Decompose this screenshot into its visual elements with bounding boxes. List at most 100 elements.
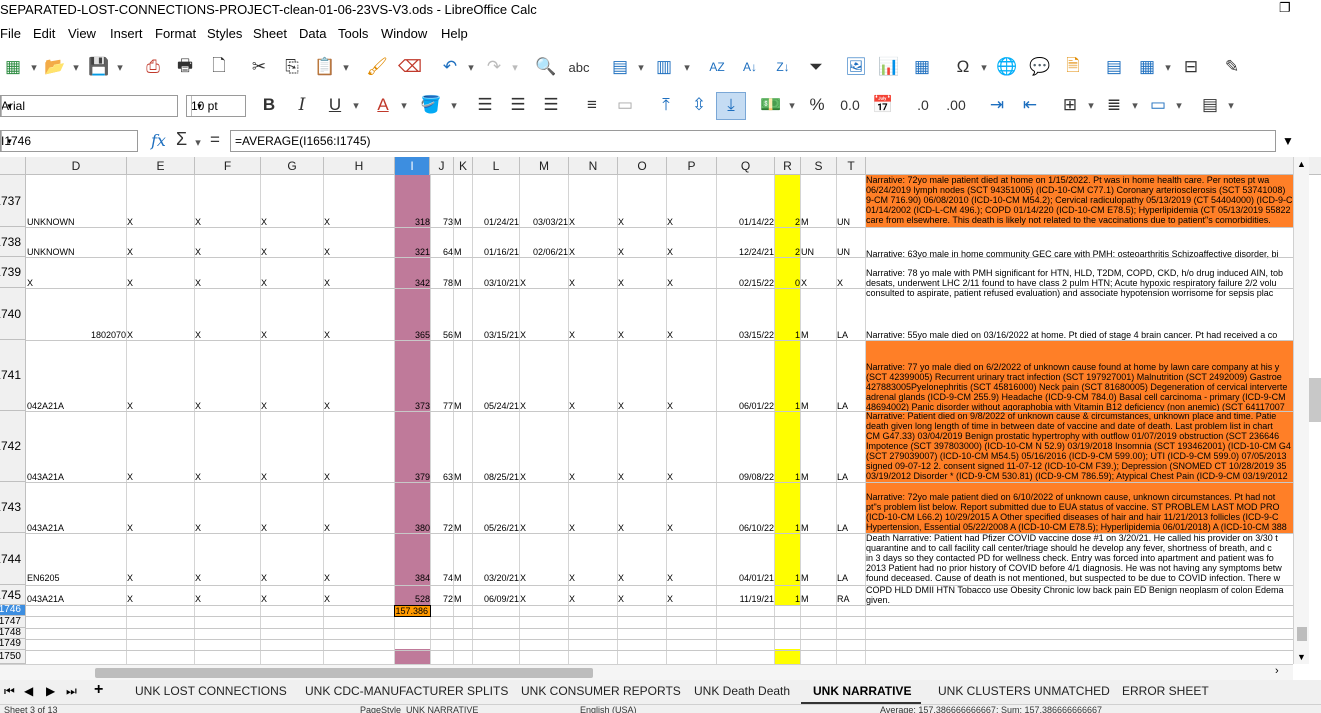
chevron-down-icon[interactable]: ▾ [350, 92, 362, 118]
narrative-cell[interactable]: Narrative: 77 yo male died on 6/2/2022 o… [866, 340, 1293, 411]
cell-o[interactable]: X [618, 594, 624, 604]
horizontal-scrollbar[interactable]: › [0, 664, 1293, 680]
cell-m[interactable]: X [520, 523, 526, 533]
cell-s[interactable]: M [801, 523, 809, 533]
cell-q[interactable]: 06/10/22 [717, 523, 774, 533]
cell-l[interactable]: 05/26/21 [473, 523, 519, 533]
column-header-s[interactable]: S [801, 157, 837, 175]
cell-i[interactable]: 380 [395, 523, 430, 533]
column-header-r[interactable]: R [775, 157, 801, 175]
menu-styles[interactable]: Styles [207, 26, 242, 41]
column-header-o[interactable]: O [618, 157, 667, 175]
cell-q[interactable]: 02/15/22 [717, 278, 774, 288]
column-icon[interactable]: ▥ [651, 54, 677, 80]
split-window-icon[interactable]: ⊟ [1178, 54, 1204, 80]
cell-m[interactable]: 03/03/21 [520, 217, 568, 227]
cell-h[interactable]: X [324, 594, 330, 604]
chevron-down-icon[interactable]: ▾ [340, 54, 352, 80]
cell-f[interactable]: X [195, 278, 201, 288]
scroll-thumb[interactable] [1297, 627, 1307, 641]
cell-j[interactable]: 77 [431, 401, 453, 411]
narrative-cell[interactable]: Narrative: 72yo male patient died on 6/1… [866, 482, 1293, 533]
cell-m[interactable]: X [520, 573, 526, 583]
formula-icon[interactable]: = [210, 130, 220, 150]
menu-window[interactable]: Window [381, 26, 427, 41]
cell-g[interactable]: X [261, 472, 267, 482]
border-style-icon[interactable]: ≣ [1101, 92, 1127, 118]
column-header-t[interactable]: T [837, 157, 866, 175]
cell-q[interactable]: 12/24/21 [717, 247, 774, 257]
cell-s[interactable]: M [801, 594, 809, 604]
align-top-icon[interactable]: ⤒ [653, 92, 679, 118]
row-header[interactable]: 1739 [0, 257, 26, 288]
cell-e[interactable]: X [127, 278, 133, 288]
cell-o[interactable]: X [618, 217, 624, 227]
find-replace-icon[interactable]: 🔍 [533, 54, 559, 80]
cell-s[interactable]: M [801, 330, 809, 340]
cut-icon[interactable]: ✂ [246, 54, 272, 80]
cell-n[interactable]: X [569, 330, 575, 340]
cell-i[interactable]: 342 [395, 278, 430, 288]
cell-q[interactable]: 01/14/22 [717, 217, 774, 227]
vertical-scrollbar[interactable]: ▲ ▼ [1293, 157, 1309, 664]
narrative-cell[interactable]: Narrative: Patient died on 9/8/2022 of u… [866, 411, 1293, 482]
cell-t[interactable]: LA [837, 401, 848, 411]
menu-help[interactable]: Help [441, 26, 468, 41]
tab-error-sheet[interactable]: ERROR SHEET [1122, 684, 1209, 698]
cell-q[interactable]: 04/01/21 [717, 573, 774, 583]
cell-n[interactable]: X [569, 523, 575, 533]
cell-e[interactable]: X [127, 594, 133, 604]
chevron-down-icon[interactable]: ▾ [786, 92, 798, 118]
export-pdf-icon[interactable]: ⎙ [140, 54, 166, 80]
menu-data[interactable]: Data [299, 26, 326, 41]
cell-n[interactable]: X [569, 573, 575, 583]
cell-l[interactable]: 08/25/21 [473, 472, 519, 482]
cell-i[interactable]: 321 [395, 247, 430, 257]
name-box[interactable]: I1746 ▾ [0, 130, 138, 152]
cell-n[interactable]: X [569, 594, 575, 604]
cell-p[interactable]: X [667, 401, 673, 411]
cell-j[interactable]: 56 [431, 330, 453, 340]
borders-icon[interactable]: ⊞ [1057, 92, 1083, 118]
new-icon[interactable]: ▦ [0, 54, 26, 80]
conditional-format-icon[interactable]: ▤ [1197, 92, 1223, 118]
scroll-up-icon[interactable]: ▲ [1297, 159, 1306, 169]
column-header-p[interactable]: P [667, 157, 717, 175]
cell-o[interactable]: X [618, 278, 624, 288]
delete-decimal-icon[interactable]: .00 [943, 92, 969, 118]
spreadsheet-grid[interactable]: Narrative: 72yo male patient died at hom… [26, 175, 1293, 664]
chevron-down-icon[interactable]: ▾ [1085, 92, 1097, 118]
cell-k[interactable]: M [454, 594, 462, 604]
open-folder-icon[interactable]: 📂 [42, 54, 68, 80]
print-icon[interactable]: 🖶 [172, 54, 198, 80]
underline-icon[interactable]: U [322, 92, 348, 118]
function-wizard-icon[interactable]: fx [151, 131, 166, 150]
sort-icon[interactable]: AZ [704, 54, 730, 80]
pivot-table-icon[interactable]: ▦ [909, 54, 935, 80]
autofilter-icon[interactable]: ⏷ [803, 54, 829, 80]
chevron-down-icon[interactable]: ▾ [1173, 92, 1185, 118]
cell-q[interactable]: 09/08/22 [717, 472, 774, 482]
cell-k[interactable]: M [454, 217, 462, 227]
font-color-icon[interactable]: A [370, 92, 396, 118]
cell-g[interactable]: X [261, 523, 267, 533]
tab-unk-lost-connections[interactable]: UNK LOST CONNECTIONS [135, 684, 287, 698]
cell-q[interactable]: 06/01/22 [717, 401, 774, 411]
cell-d[interactable]: 043A21A [27, 594, 64, 604]
scroll-thumb[interactable] [95, 668, 593, 678]
cell-i[interactable]: 318 [395, 217, 430, 227]
comment-icon[interactable]: 💬 [1027, 54, 1053, 80]
highlight-color-icon[interactable]: 🪣 [418, 92, 444, 118]
spelling-icon[interactable]: abc [566, 54, 592, 80]
cell-e[interactable]: X [127, 573, 133, 583]
chevron-down-icon[interactable]: ▾ [192, 129, 204, 155]
cell-g[interactable]: X [261, 247, 267, 257]
chevron-down-icon[interactable]: ▾ [978, 54, 990, 80]
cell-h[interactable]: X [324, 278, 330, 288]
cell-s[interactable]: UN [801, 247, 814, 257]
column-header-h[interactable]: H [324, 157, 395, 175]
row-header[interactable]: 1743 [0, 482, 26, 533]
cell-g[interactable]: X [261, 594, 267, 604]
row-header[interactable]: 1745 [0, 585, 26, 605]
cell-p[interactable]: X [667, 523, 673, 533]
